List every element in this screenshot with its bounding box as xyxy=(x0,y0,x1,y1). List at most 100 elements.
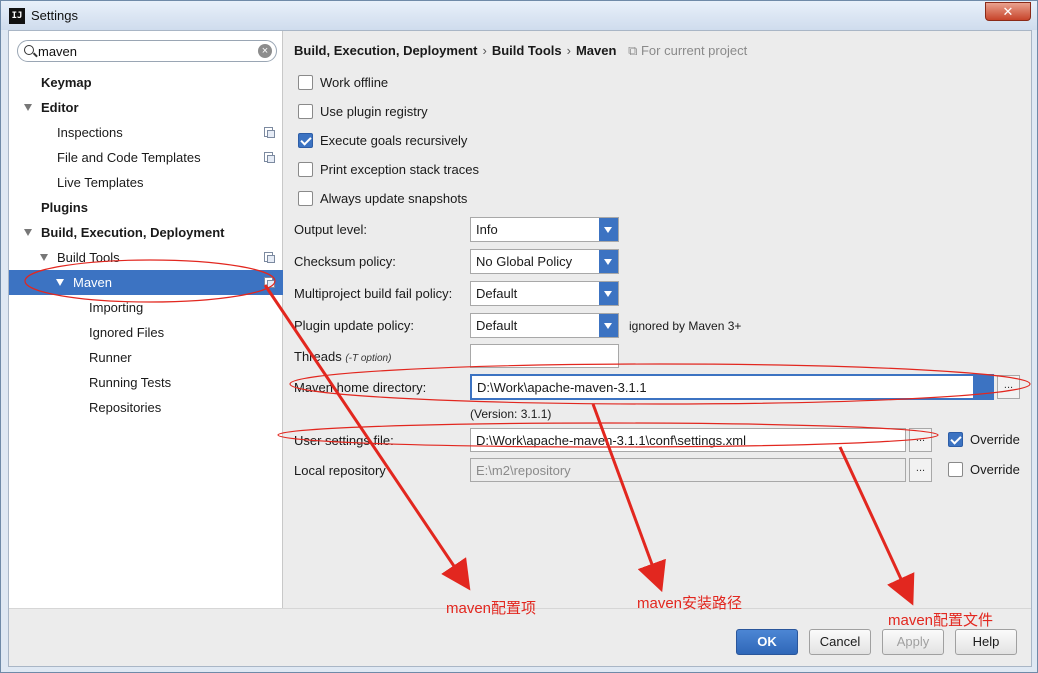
tree-item-running-tests[interactable]: Running Tests xyxy=(9,370,283,395)
close-button[interactable]: ✕ xyxy=(985,2,1031,21)
maven-home-value: D:\Work\apache-maven-3.1.1 xyxy=(477,380,647,395)
print-exception-label: Print exception stack traces xyxy=(320,162,479,177)
chevron-down-icon[interactable] xyxy=(599,282,618,305)
threads-hint: (-T option) xyxy=(345,353,392,364)
multiproject-label: Multiproject build fail policy: xyxy=(294,286,453,301)
tree-item-editor[interactable]: Editor xyxy=(9,95,283,120)
tree-item-label: Editor xyxy=(41,100,79,115)
maven-home-browse-button[interactable]: ... xyxy=(997,375,1020,399)
install-path-annotation: maven安装路径 xyxy=(637,595,743,612)
clear-search-icon[interactable]: × xyxy=(258,44,272,58)
config-file-annotation: maven配置文件 xyxy=(888,612,994,629)
maven-home-label: Maven home directory: xyxy=(294,380,427,395)
user-settings-override-checkbox[interactable] xyxy=(948,432,963,447)
tree-item-file-templates[interactable]: File and Code Templates xyxy=(9,145,283,170)
tree-item-label: Build, Execution, Deployment xyxy=(41,225,225,240)
settings-tree: Keymap Editor Inspections File and Code … xyxy=(9,70,283,420)
tree-item-label: Importing xyxy=(89,300,144,315)
plugin-update-label: Plugin update policy: xyxy=(294,318,414,333)
threads-input[interactable] xyxy=(470,344,619,368)
execute-goals-checkbox[interactable] xyxy=(298,133,313,148)
project-scope-icon xyxy=(264,252,275,263)
tree-item-label: Live Templates xyxy=(57,175,144,190)
tree-item-label: Running Tests xyxy=(89,375,172,390)
project-scope-icon xyxy=(264,277,275,288)
project-scope-icon xyxy=(264,127,275,138)
use-plugin-registry-checkbox[interactable] xyxy=(298,104,313,119)
checksum-policy-label: Checksum policy: xyxy=(294,254,396,269)
work-offline-label: Work offline xyxy=(320,75,389,90)
local-repository-input[interactable]: E:\m2\repository xyxy=(470,458,906,482)
user-settings-value: D:\Work\apache-maven-3.1.1\conf\settings… xyxy=(476,433,746,448)
title-bar: IJ Settings ✕ xyxy=(1,1,1037,30)
work-offline-checkbox[interactable] xyxy=(298,75,313,90)
search-box[interactable]: × xyxy=(17,40,277,62)
apply-button[interactable]: Apply xyxy=(882,629,944,655)
local-repository-override-checkbox[interactable] xyxy=(948,462,963,477)
local-repository-override-label: Override xyxy=(970,462,1020,477)
maven-home-input[interactable]: D:\Work\apache-maven-3.1.1 xyxy=(470,374,994,400)
user-settings-label: User settings file: xyxy=(294,433,394,448)
tree-item-build-execution[interactable]: Build, Execution, Deployment xyxy=(9,220,283,245)
search-input[interactable] xyxy=(38,43,248,59)
local-repository-browse-button[interactable]: ... xyxy=(909,458,932,482)
plugin-update-select[interactable]: Default xyxy=(470,313,619,338)
intellij-app-icon: IJ xyxy=(9,8,25,24)
chevron-down-icon[interactable] xyxy=(24,229,32,236)
chevron-down-icon[interactable] xyxy=(56,279,64,286)
settings-sidebar: × Keymap Editor Inspections File and Cod… xyxy=(9,31,283,608)
multiproject-select[interactable]: Default xyxy=(470,281,619,306)
tree-item-keymap[interactable]: Keymap xyxy=(9,70,283,95)
always-update-label: Always update snapshots xyxy=(320,191,468,206)
chevron-down-icon[interactable] xyxy=(599,314,618,337)
tree-item-runner[interactable]: Runner xyxy=(9,345,283,370)
print-exception-checkbox[interactable] xyxy=(298,162,313,177)
tree-item-maven[interactable]: Maven xyxy=(9,270,283,295)
tree-item-plugins[interactable]: Plugins xyxy=(9,195,283,220)
output-level-value: Info xyxy=(476,222,498,237)
local-repository-value: E:\m2\repository xyxy=(476,463,571,478)
tree-item-ignored-files[interactable]: Ignored Files xyxy=(9,320,283,345)
breadcrumb: Build, Execution, Deployment › Build Tools… xyxy=(294,43,747,59)
checksum-policy-value: No Global Policy xyxy=(476,254,573,269)
output-level-select[interactable]: Info xyxy=(470,217,619,242)
cancel-button[interactable]: Cancel xyxy=(809,629,871,655)
tree-item-label: Plugins xyxy=(41,200,88,215)
tree-item-build-tools[interactable]: Build Tools xyxy=(9,245,283,270)
checksum-policy-select[interactable]: No Global Policy xyxy=(470,249,619,274)
help-button[interactable]: Help xyxy=(955,629,1017,655)
tree-item-repositories[interactable]: Repositories xyxy=(9,395,283,420)
maven-settings-panel: Build, Execution, Deployment › Build Tools… xyxy=(284,31,1031,608)
tree-item-inspections[interactable]: Inspections xyxy=(9,120,283,145)
threads-label: Threads (-T option) xyxy=(294,349,391,364)
local-repository-label: Local repository xyxy=(294,463,386,478)
ok-button[interactable]: OK xyxy=(736,629,798,655)
always-update-checkbox[interactable] xyxy=(298,191,313,206)
config-item-annotation: maven配置项 xyxy=(446,600,537,617)
search-icon xyxy=(24,45,34,55)
breadcrumb-separator: › xyxy=(566,43,571,58)
tree-item-label: Maven xyxy=(73,275,113,290)
dialog-body: × Keymap Editor Inspections File and Cod… xyxy=(8,30,1032,667)
tree-item-live-templates[interactable]: Live Templates xyxy=(9,170,283,195)
tree-item-importing[interactable]: Importing xyxy=(9,295,283,320)
tree-item-label: Keymap xyxy=(41,75,92,90)
breadcrumb-part: Build, Execution, Deployment xyxy=(294,43,478,58)
chevron-down-icon[interactable] xyxy=(599,250,618,273)
user-settings-input[interactable]: D:\Work\apache-maven-3.1.1\conf\settings… xyxy=(470,428,906,452)
chevron-down-icon[interactable] xyxy=(599,218,618,241)
tree-item-label: Build Tools xyxy=(57,250,120,265)
tree-item-label: Ignored Files xyxy=(89,325,165,340)
user-settings-browse-button[interactable]: ... xyxy=(909,428,932,452)
window-title: Settings xyxy=(31,8,78,23)
multiproject-value: Default xyxy=(476,286,518,301)
chevron-down-icon[interactable] xyxy=(973,376,992,398)
output-level-label: Output level: xyxy=(294,222,367,237)
execute-goals-label: Execute goals recursively xyxy=(320,133,468,148)
plugin-update-note: ignored by Maven 3+ xyxy=(629,319,742,333)
chevron-down-icon[interactable] xyxy=(40,254,48,261)
tree-item-label: Repositories xyxy=(89,400,162,415)
scope-indicator: ⧉ For current project xyxy=(628,43,747,58)
use-plugin-registry-label: Use plugin registry xyxy=(320,104,428,119)
chevron-down-icon[interactable] xyxy=(24,104,32,111)
